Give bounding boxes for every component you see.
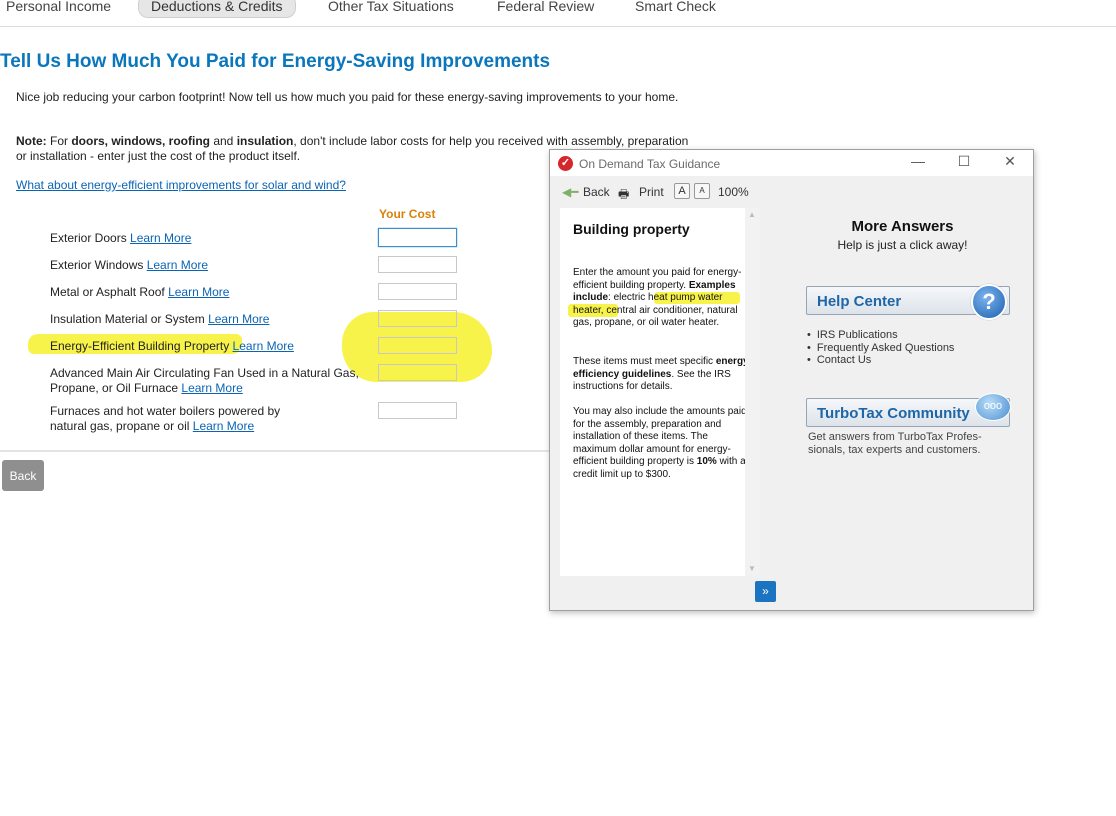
exterior-windows-input[interactable] — [378, 256, 457, 273]
furnaces-boilers-input[interactable] — [378, 402, 457, 419]
row-label-text: Exterior Windows — [50, 258, 144, 272]
learn-more-link[interactable]: Learn More — [193, 419, 254, 433]
building-property-input[interactable] — [378, 337, 457, 354]
tab-personal-income[interactable]: Personal Income — [6, 0, 111, 16]
learn-more-link[interactable]: Learn More — [208, 312, 269, 326]
note-bold-part: doors, windows, roofing — [71, 134, 210, 148]
window-titlebar[interactable]: ✓ On Demand Tax Guidance — ☐ ✕ — [550, 150, 1033, 176]
learn-more-link[interactable]: Learn More — [130, 231, 191, 245]
zoom-level: 100% — [718, 185, 749, 199]
community-label: TurboTax Community — [817, 405, 970, 422]
content-scrollbar[interactable]: ▲ ▼ — [745, 208, 760, 576]
tax-guidance-window: ✓ On Demand Tax Guidance — ☐ ✕ ◀━ Back 🖶… — [549, 149, 1034, 611]
row-label-text: Exterior Doors — [50, 231, 127, 245]
more-answers-heading: More Answers — [851, 218, 954, 235]
help-links-list: IRS Publications Frequently Asked Questi… — [807, 329, 955, 367]
your-cost-header: Your Cost — [379, 207, 436, 221]
guidance-content: Building property Enter the amount you p… — [560, 208, 760, 576]
guidance-paragraph-3: You may also include the amounts paid fo… — [573, 406, 751, 482]
tab-deductions-credits[interactable]: Deductions & Credits — [138, 0, 296, 18]
insulation-input[interactable] — [378, 310, 457, 327]
exterior-doors-input[interactable] — [378, 228, 457, 247]
learn-more-link[interactable]: Learn More — [233, 339, 294, 353]
next-page-button[interactable]: » — [755, 581, 776, 602]
row-label-text: Metal or Asphalt Roof — [50, 285, 165, 299]
row-label-text: Insulation Material or System — [50, 312, 205, 326]
maximize-icon[interactable]: ☐ — [954, 153, 974, 170]
paragraph-bold: 10% — [696, 456, 717, 468]
divider — [0, 450, 550, 452]
note-label: Note: — [16, 134, 47, 148]
note-bold-part: insulation — [236, 134, 294, 148]
window-back-button[interactable]: Back — [583, 185, 610, 199]
row-label-insulation: Insulation Material or System Learn More — [50, 312, 269, 327]
minimize-icon[interactable]: — — [908, 153, 928, 169]
scroll-down-icon[interactable]: ▼ — [748, 564, 756, 573]
chat-bubble-icon: ooo — [975, 393, 1011, 421]
learn-more-link[interactable]: Learn More — [147, 258, 208, 272]
tab-federal-review[interactable]: Federal Review — [497, 0, 594, 16]
scroll-up-icon[interactable]: ▲ — [748, 210, 756, 219]
note-text-part: and — [210, 134, 237, 148]
turbotax-check-icon: ✓ — [558, 156, 573, 171]
row-label-furnaces-boilers: Furnaces and hot water boilers powered b… — [50, 404, 280, 434]
back-arrow-icon[interactable]: ◀━ — [562, 185, 578, 199]
row-label-text: natural gas, propane or oil — [50, 419, 190, 433]
row-label-text: Energy-Efficient Building Property — [50, 339, 230, 353]
back-button[interactable]: Back — [2, 460, 44, 491]
close-icon[interactable]: ✕ — [1000, 153, 1020, 170]
font-larger-button[interactable]: A — [674, 183, 690, 199]
paragraph-text: These items must meet specific — [573, 356, 716, 367]
more-answers-subheading: Help is just a click away! — [837, 238, 968, 252]
font-smaller-button[interactable]: A — [694, 183, 710, 199]
window-toolbar: ◀━ Back 🖶 Print A A 100% — [550, 176, 1033, 206]
help-center-button[interactable]: Help Center ? — [806, 284, 1010, 320]
circulating-fan-input[interactable] — [378, 364, 457, 381]
print-button[interactable]: Print — [639, 185, 664, 199]
tab-other-tax-situations[interactable]: Other Tax Situations — [328, 0, 454, 16]
learn-more-link[interactable]: Learn More — [181, 381, 242, 395]
more-answers-panel: More Answers Help is just a click away! … — [780, 208, 1030, 598]
row-label-exterior-windows: Exterior Windows Learn More — [50, 258, 208, 273]
solar-wind-link[interactable]: What about energy-efficient improvements… — [16, 178, 346, 192]
guidance-paragraph-1: Enter the amount you paid for energy-eff… — [573, 267, 751, 330]
top-nav: Personal Income Deductions & Credits Oth… — [0, 0, 1116, 27]
row-label-exterior-doors: Exterior Doors Learn More — [50, 231, 191, 246]
row-label-text: Advanced Main Air Circulating Fan Used i… — [50, 366, 359, 380]
list-item[interactable]: IRS Publications — [807, 329, 954, 342]
list-item[interactable]: Contact Us — [807, 354, 954, 367]
question-mark-icon: ? — [971, 284, 1007, 320]
learn-more-link[interactable]: Learn More — [168, 285, 229, 299]
row-label-building-property: Energy-Efficient Building Property Learn… — [50, 339, 294, 354]
tab-smart-check[interactable]: Smart Check — [635, 0, 716, 16]
row-label-text: Furnaces and hot water boilers powered b… — [50, 404, 281, 418]
row-label-circulating-fan: Advanced Main Air Circulating Fan Used i… — [50, 366, 359, 396]
intro-text: Nice job reducing your carbon footprint!… — [16, 90, 679, 104]
roof-input[interactable] — [378, 283, 457, 300]
page-title: Tell Us How Much You Paid for Energy-Sav… — [0, 51, 551, 72]
list-item[interactable]: Frequently Asked Questions — [807, 342, 955, 355]
help-center-label: Help Center — [817, 293, 902, 310]
window-title: On Demand Tax Guidance — [579, 157, 721, 171]
guidance-heading: Building property — [573, 221, 690, 237]
row-label-roof: Metal or Asphalt Roof Learn More — [50, 285, 229, 300]
printer-icon[interactable]: 🖶 — [618, 185, 629, 206]
community-button[interactable]: TurboTax Community ooo — [806, 393, 1011, 427]
row-label-text: Propane, or Oil Furnace — [50, 381, 179, 395]
guidance-paragraph-2: These items must meet specific energy ef… — [573, 356, 751, 394]
community-description: Get answers from TurboTax Profes-sionals… — [808, 431, 982, 456]
note-text-part: For — [46, 134, 72, 148]
